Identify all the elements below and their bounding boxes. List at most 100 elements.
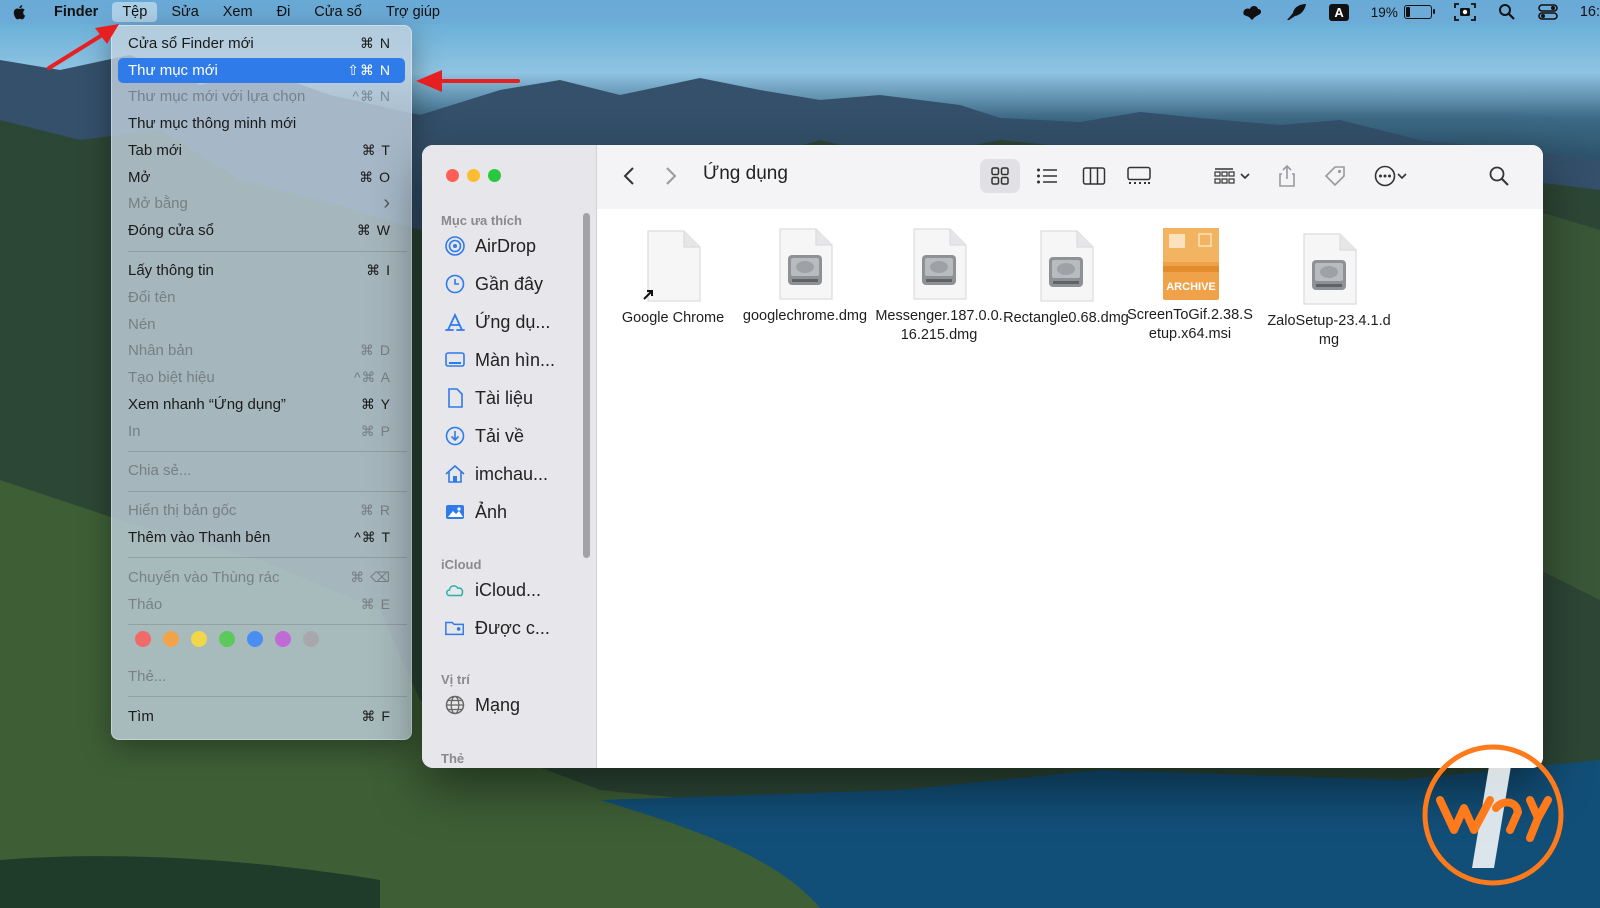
- menu-help[interactable]: Trợ giúp: [386, 4, 440, 20]
- apple-icon[interactable]: [12, 4, 28, 20]
- menu-item-new-folder-with-selection[interactable]: Thư mục mới với lựa chọn ^⌘ N: [118, 84, 405, 109]
- menu-item-share[interactable]: Chia sẻ...: [118, 458, 405, 483]
- menu-item-open-with[interactable]: Mở bằng ›: [118, 191, 405, 216]
- sidebar-item-home[interactable]: imchau...: [444, 459, 548, 489]
- tag-yellow[interactable]: [191, 631, 207, 647]
- download-icon: [445, 426, 465, 446]
- feather-icon[interactable]: [1285, 3, 1307, 21]
- sidebar-item-recents[interactable]: Gần đây: [444, 269, 543, 299]
- tag-blue[interactable]: [247, 631, 263, 647]
- menu-item-label: Nhân bản: [128, 342, 194, 359]
- menu-item-make-alias[interactable]: Tạo biệt hiệu ^⌘ A: [118, 365, 405, 390]
- list-view-button[interactable]: [1027, 159, 1067, 193]
- minimize-window-button[interactable]: [467, 169, 480, 182]
- file-item[interactable]: ZaloSetup-23.4.1.dmg: [1264, 232, 1394, 350]
- menu-item-quick-look[interactable]: Xem nhanh “Ứng dụng” ⌘ Y: [118, 392, 405, 417]
- forward-button[interactable]: [659, 159, 683, 193]
- input-source-indicator[interactable]: A: [1329, 3, 1349, 21]
- menu-item-open[interactable]: Mở ⌘ O: [118, 165, 405, 190]
- clock[interactable]: 16:: [1580, 4, 1600, 20]
- tag-red[interactable]: [135, 631, 151, 647]
- menu-item-get-info[interactable]: Lấy thông tin ⌘ I: [118, 258, 405, 283]
- screenshot-icon[interactable]: [1453, 3, 1476, 21]
- share-icon: [1279, 164, 1295, 187]
- menu-item-shortcut: ⌘ T: [361, 142, 391, 158]
- group-by-button[interactable]: [1207, 159, 1257, 193]
- menu-window[interactable]: Cửa sổ: [314, 4, 362, 20]
- sidebar-item-icloud-drive[interactable]: iCloud...: [444, 575, 541, 605]
- sidebar-item-desktop[interactable]: Màn hìn...: [444, 345, 555, 375]
- icon-view-button[interactable]: [980, 159, 1020, 193]
- menu-separator: [128, 557, 407, 558]
- menu-item-duplicate[interactable]: Nhân bản ⌘ D: [118, 338, 405, 363]
- menu-finder[interactable]: Finder: [54, 4, 98, 20]
- photos-icon: [446, 505, 464, 519]
- menu-item-label: Xem nhanh “Ứng dụng”: [128, 396, 286, 413]
- sidebar-item-documents[interactable]: Tài liệu: [444, 383, 533, 413]
- file-item[interactable]: Rectangle0.68.dmg: [1001, 229, 1131, 328]
- spotlight-search-icon[interactable]: [1498, 3, 1516, 21]
- menu-item-shortcut: ⌘ N: [360, 35, 391, 51]
- sidebar-item-label: Màn hìn...: [475, 349, 556, 370]
- menu-item-label: Lấy thông tin: [128, 262, 214, 279]
- sidebar-item-photos[interactable]: Ảnh: [444, 497, 507, 527]
- control-center-icon[interactable]: [1538, 3, 1558, 21]
- menu-item-new-smart-folder[interactable]: Thư mục thông minh mới: [118, 111, 405, 136]
- menu-file[interactable]: Tệp: [112, 2, 158, 22]
- menu-item-move-to-trash[interactable]: Chuyển vào Thùng rác ⌘ ⌫: [118, 565, 405, 590]
- menu-item-show-original[interactable]: Hiển thị bản gốc ⌘ R: [118, 498, 405, 523]
- grid-icon: [991, 167, 1009, 185]
- more-actions-button[interactable]: [1365, 159, 1415, 193]
- sidebar-item-applications[interactable]: Ứng dụ...: [444, 307, 550, 337]
- sidebar-item-airdrop[interactable]: AirDrop: [444, 231, 536, 261]
- file-name: Google Chrome: [621, 310, 725, 326]
- back-button[interactable]: [617, 159, 641, 193]
- zoom-window-button[interactable]: [488, 169, 501, 182]
- menu-item-shortcut: ^⌘ N: [352, 88, 391, 104]
- menu-bar: Finder Tệp Sửa Xem Đi Cửa sổ Trợ giúp A …: [0, 0, 1600, 24]
- window-title: Ứng dụng: [703, 163, 788, 184]
- menu-edit[interactable]: Sửa: [171, 4, 198, 20]
- tag-purple[interactable]: [275, 631, 291, 647]
- file-item[interactable]: Messenger.187.0.0.16.215.dmg: [874, 227, 1004, 345]
- sidebar-scrollbar[interactable]: [583, 213, 590, 558]
- sidebar-item-shared[interactable]: Được c...: [444, 613, 550, 643]
- menu-item-new-tab[interactable]: Tab mới ⌘ T: [118, 138, 405, 163]
- column-view-button[interactable]: [1074, 159, 1114, 193]
- menu-item-new-finder-window[interactable]: Cửa sổ Finder mới ⌘ N: [118, 31, 405, 56]
- share-button[interactable]: [1269, 159, 1305, 193]
- cloud-sync-icon[interactable]: [1241, 3, 1263, 21]
- battery-status[interactable]: 19%: [1371, 5, 1435, 20]
- menu-item-find[interactable]: Tìm ⌘ F: [118, 704, 405, 729]
- menu-item-label: Mở bằng: [128, 195, 188, 212]
- menu-item-shortcut: ⌘ W: [356, 222, 391, 238]
- menu-item-eject[interactable]: Tháo ⌘ E: [118, 592, 405, 617]
- sidebar-item-label: iCloud...: [475, 579, 542, 600]
- close-window-button[interactable]: [446, 169, 459, 182]
- menu-view[interactable]: Xem: [223, 4, 253, 20]
- menu-item-tags[interactable]: Thẻ...: [118, 664, 405, 689]
- menu-item-close-window[interactable]: Đóng cửa sổ ⌘ W: [118, 218, 405, 243]
- menu-item-compress[interactable]: Nén: [118, 312, 405, 337]
- list-icon: [1037, 168, 1057, 184]
- menu-item-rename[interactable]: Đổi tên: [118, 285, 405, 310]
- tag-gray[interactable]: [303, 631, 319, 647]
- tags-button[interactable]: [1317, 159, 1353, 193]
- search-button[interactable]: [1481, 159, 1517, 193]
- file-item[interactable]: googlechrome.dmg: [740, 227, 870, 326]
- menu-item-print[interactable]: In ⌘ P: [118, 419, 405, 444]
- file-item[interactable]: Google Chrome: [608, 229, 738, 328]
- sidebar-item-network[interactable]: Mạng: [444, 690, 520, 720]
- sidebar-item-downloads[interactable]: Tải về: [444, 421, 524, 451]
- file-item[interactable]: ARCHIVE ScreenToGif.2.38.Setup.x64.msi: [1125, 226, 1255, 344]
- sidebar-header-icloud: iCloud: [441, 557, 482, 572]
- tag-green[interactable]: [219, 631, 235, 647]
- tag-orange[interactable]: [163, 631, 179, 647]
- menu-item-shortcut: ^⌘ T: [354, 529, 391, 545]
- menu-go[interactable]: Đi: [277, 4, 291, 20]
- menu-item-add-to-sidebar[interactable]: Thêm vào Thanh bên ^⌘ T: [118, 525, 405, 550]
- menu-item-new-folder[interactable]: Thư mục mới ⇧⌘ N: [118, 58, 405, 83]
- gallery-view-button[interactable]: [1119, 159, 1159, 193]
- menu-item-label: Thư mục mới với lựa chọn: [128, 88, 306, 105]
- menu-separator: [128, 251, 407, 252]
